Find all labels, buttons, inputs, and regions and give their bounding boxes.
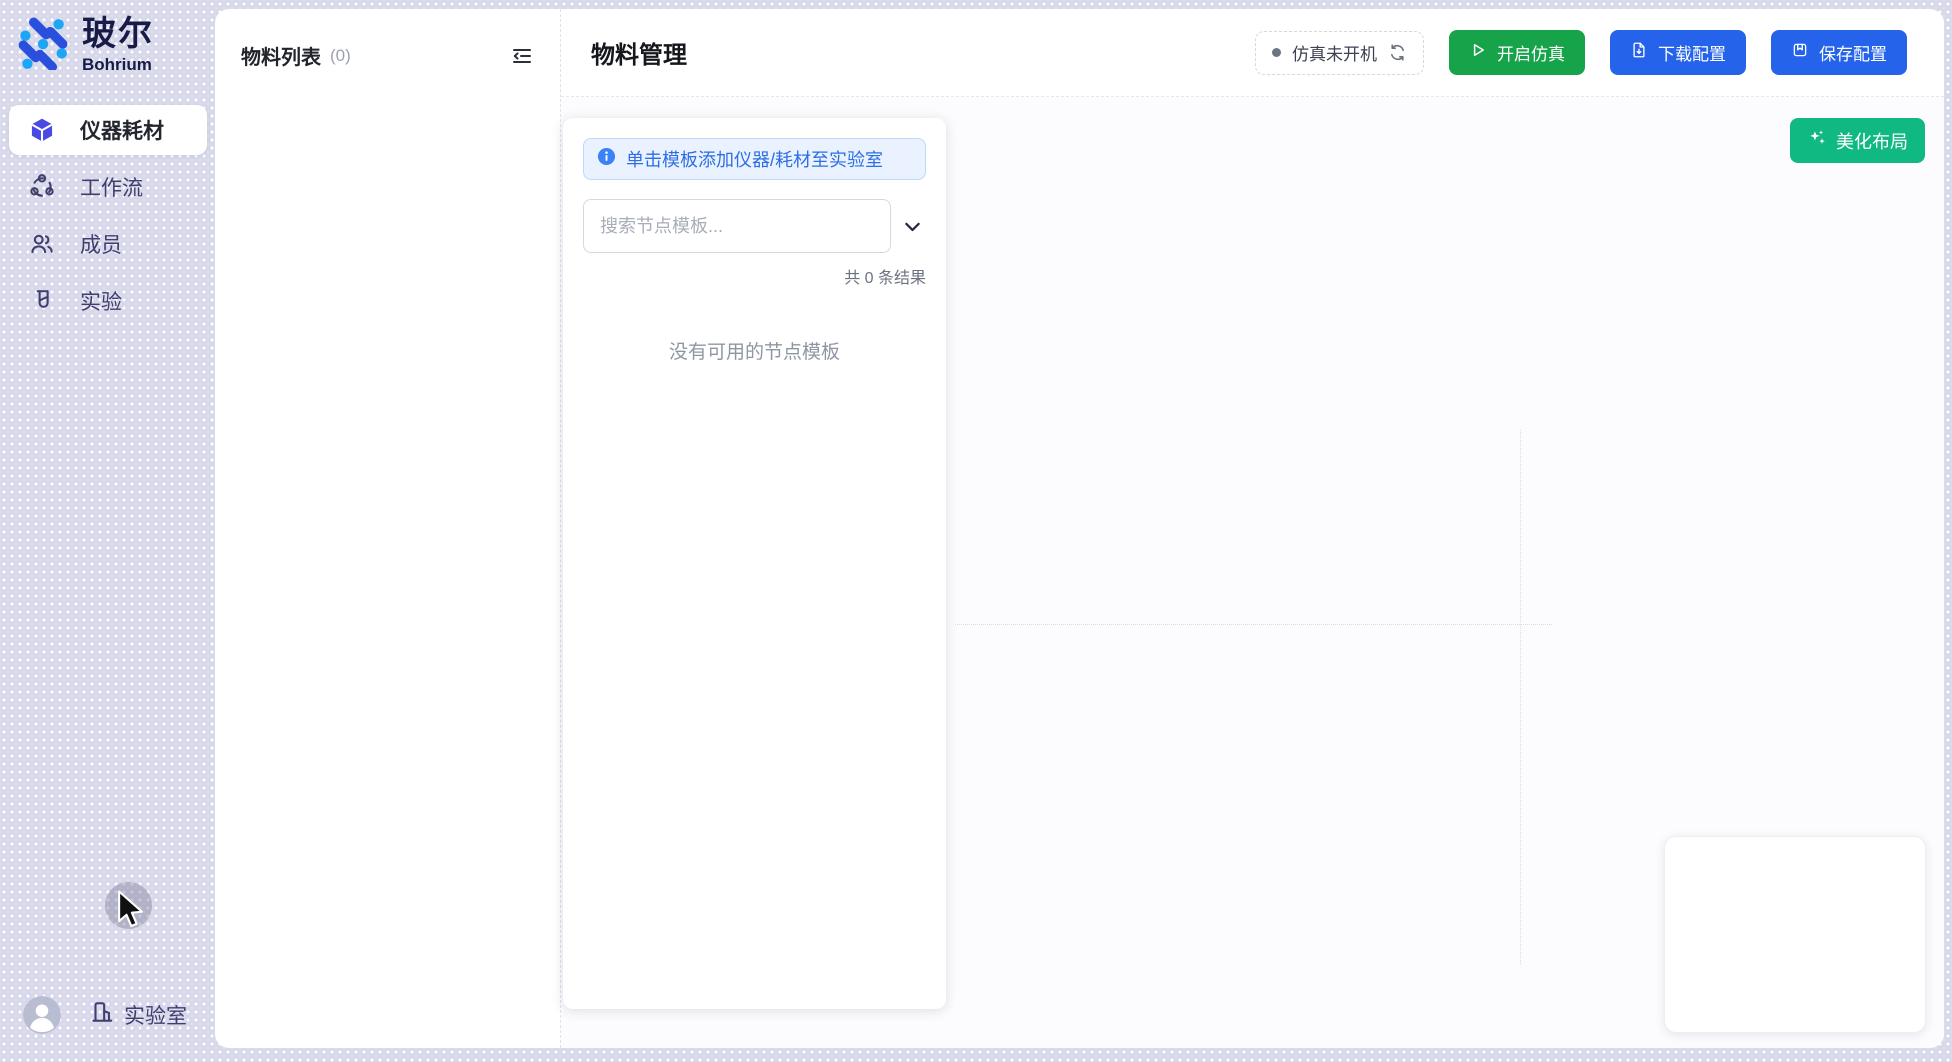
simulation-status-pill: 仿真未开机	[1255, 31, 1424, 75]
sidebar-item-workflow[interactable]: 工作流	[9, 162, 207, 212]
sidebar-item-experiment[interactable]: 实验	[9, 276, 207, 326]
template-search-row	[583, 199, 926, 253]
material-list-count: (0)	[330, 46, 351, 66]
building-icon	[89, 999, 115, 1031]
material-list-title: 物料列表	[241, 41, 321, 70]
beautify-layout-button[interactable]: 美化布局	[1790, 118, 1925, 163]
cube-icon	[29, 117, 55, 143]
play-icon	[1469, 41, 1487, 64]
file-download-icon	[1630, 41, 1648, 64]
page-title: 物料管理	[591, 35, 687, 70]
flow-canvas[interactable]: 单击模板添加仪器/耗材至实验室 共 0 条结果 没有可用的节点模板	[561, 97, 1944, 1048]
sidebar-item-label: 实验	[80, 286, 122, 316]
status-dot	[1272, 48, 1281, 57]
info-banner: 单击模板添加仪器/耗材至实验室	[583, 138, 926, 180]
material-list-panel: 物料列表 (0)	[215, 9, 561, 1048]
sidebar-item-label: 工作流	[80, 172, 143, 202]
empty-templates-text: 没有可用的节点模板	[583, 337, 926, 364]
brand-name-en: Bohrium	[82, 55, 154, 75]
main-area: 物料管理 仿真未开机	[561, 9, 1944, 1048]
info-icon	[597, 147, 616, 171]
bohrium-logo-icon	[15, 16, 69, 75]
save-config-label: 保存配置	[1819, 40, 1887, 65]
status-label: 仿真未开机	[1292, 40, 1377, 65]
sidebar-item-label: 仪器耗材	[80, 115, 164, 145]
node-template-panel: 单击模板添加仪器/耗材至实验室 共 0 条结果 没有可用的节点模板	[563, 118, 946, 1009]
minimap-panel[interactable]	[1664, 836, 1926, 1033]
save-config-button[interactable]: 保存配置	[1771, 30, 1907, 75]
members-icon	[29, 231, 55, 257]
lab-switcher[interactable]: 实验室	[89, 999, 187, 1031]
sidebar-item-label: 成员	[80, 229, 122, 259]
brand-name-cn: 玻尔	[82, 16, 154, 53]
avatar[interactable]	[23, 996, 61, 1034]
canvas-guide-vertical	[1520, 430, 1521, 965]
chevron-down-icon[interactable]	[902, 216, 923, 237]
brand-logo: 玻尔 Bohrium	[15, 16, 154, 75]
sidebar-item-instruments[interactable]: 仪器耗材	[9, 105, 207, 155]
canvas-guide-horizontal	[955, 624, 1552, 625]
page-header: 物料管理 仿真未开机	[561, 9, 1944, 97]
beautify-layout-label: 美化布局	[1836, 128, 1908, 154]
save-icon	[1791, 41, 1809, 64]
sidebar-footer: 实验室	[23, 996, 187, 1034]
download-config-label: 下载配置	[1658, 40, 1726, 65]
workflow-icon	[29, 174, 55, 200]
sidebar-nav: 仪器耗材 工作流 成员	[9, 105, 207, 333]
sidebar-item-members[interactable]: 成员	[9, 219, 207, 269]
header-actions: 仿真未开机	[1255, 30, 1907, 75]
start-simulation-label: 开启仿真	[1497, 40, 1565, 65]
sparkles-icon	[1807, 128, 1827, 153]
collapse-panel-icon[interactable]	[510, 44, 534, 68]
experiment-icon	[29, 288, 55, 314]
start-simulation-button[interactable]: 开启仿真	[1449, 30, 1585, 75]
results-count: 共 0 条结果	[583, 264, 926, 288]
lab-label: 实验室	[124, 1000, 187, 1030]
search-input[interactable]	[583, 199, 891, 253]
main-card: 物料列表 (0) 物料管理 仿真未开机	[215, 9, 1944, 1048]
info-banner-text: 单击模板添加仪器/耗材至实验室	[626, 146, 883, 172]
refresh-icon[interactable]	[1388, 43, 1407, 62]
download-config-button[interactable]: 下载配置	[1610, 30, 1746, 75]
mouse-cursor	[116, 890, 143, 935]
